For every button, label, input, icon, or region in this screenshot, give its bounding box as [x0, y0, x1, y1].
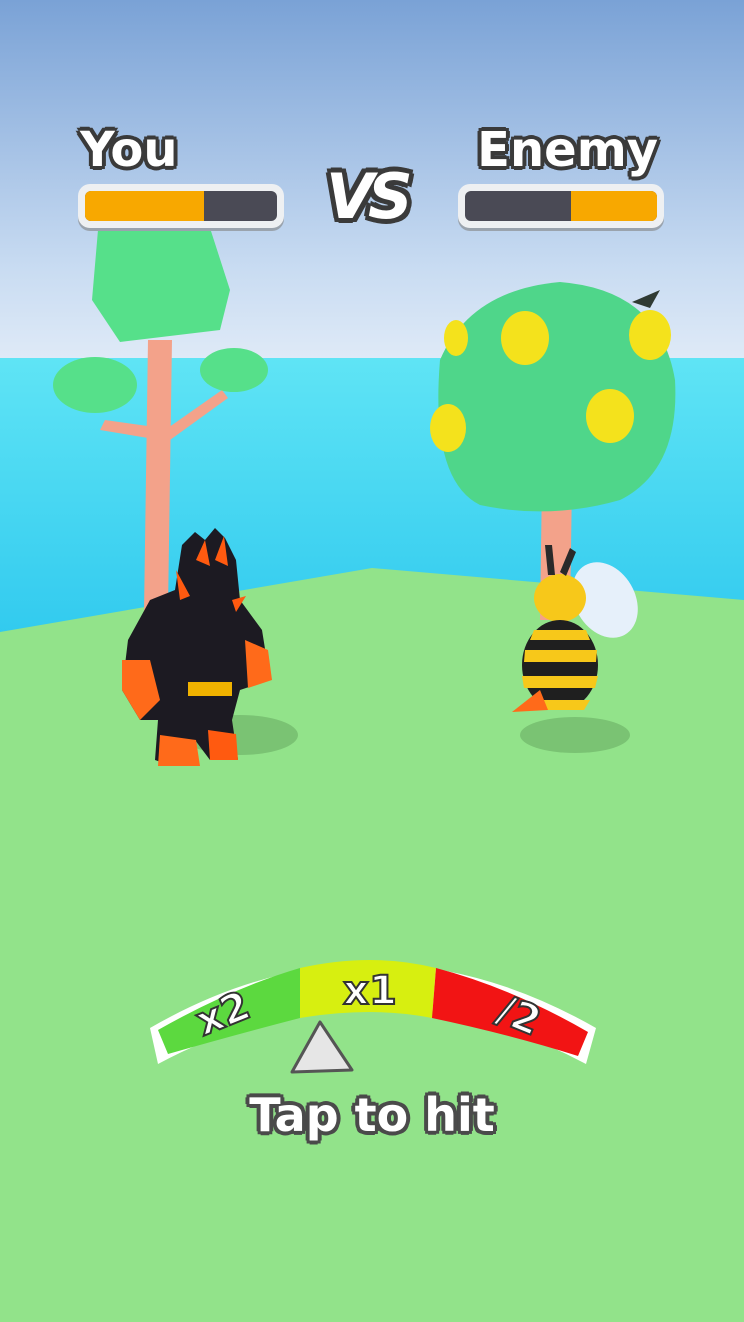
enemy-shadow [520, 717, 630, 753]
ground [0, 568, 744, 1322]
player-health-bar [78, 184, 284, 228]
meter-label-x1: x1 [343, 968, 397, 1014]
player-label: You [80, 122, 178, 178]
enemy-health-bar [458, 184, 664, 228]
enemy-health-fill [570, 191, 657, 221]
enemy-label: Enemy [477, 122, 658, 178]
player-health-fill [85, 191, 205, 221]
tap-to-hit-prompt: Tap to hit [249, 1088, 495, 1142]
versus-label: VS [326, 160, 413, 233]
